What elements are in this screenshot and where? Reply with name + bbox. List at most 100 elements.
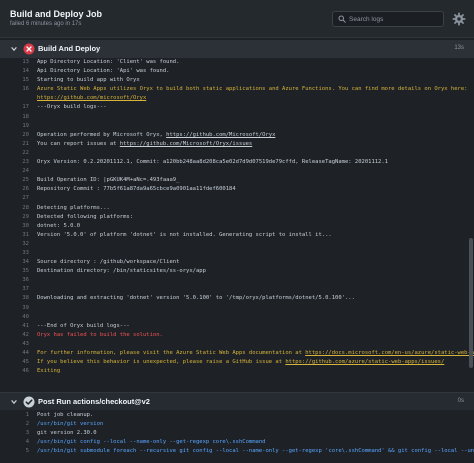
log-text: /usr/bin/git version [37,420,103,429]
log-line: 31 Version '5.0.0' of platform 'dotnet' i… [0,231,474,240]
log-line: 46 Exiting [0,367,474,376]
line-number[interactable]: 2 [0,420,29,429]
line-number[interactable]: 3 [0,429,29,438]
log-link[interactable]: https://github.com/azure/static-web-apps… [285,359,444,365]
log-text: Version '5.0.0' of platform 'dotnet' is … [37,231,332,240]
line-number[interactable]: 16 [0,85,29,94]
log-link[interactable]: https://docs.microsoft.com/en-us/azure/s… [305,350,474,356]
log-link[interactable]: https://github.com/microsoft/Oryx [37,95,146,101]
line-number[interactable]: 19 [0,122,29,131]
log-segment: Oryx has failed to build the solution. [37,331,163,338]
chevron-down-icon[interactable] [10,45,18,53]
line-number[interactable]: 33 [0,249,29,258]
log-segment: /usr/bin/git config --local --name-only … [37,439,266,446]
log-line: 36 [0,276,474,285]
line-number[interactable]: 1 [0,411,29,420]
log-text: Oryx Version: 0.2.20201112.1, Commit: a1… [37,158,388,167]
line-number[interactable]: 27 [0,194,29,203]
line-number[interactable]: 34 [0,258,29,267]
log-segment: Operation performed by Microsoft Oryx, [37,131,167,138]
log-line: 27 [0,194,474,203]
log-segment: ---End of Oryx build logs--- [37,322,130,329]
line-number[interactable]: 4 [0,438,29,447]
search-icon [338,15,346,23]
post-run-log: 1 Post job cleanup. 2/usr/bin/git version 3… [0,411,474,463]
line-number[interactable]: 38 [0,294,29,303]
step-post-run-checkout[interactable]: Post Run actions/checkout@v2 0s [0,392,474,410]
log-segment: For further information, please visit th… [37,350,306,356]
line-number[interactable]: 15 [0,76,29,85]
line-number[interactable]: 43 [0,340,29,349]
log-line: 40 [0,313,474,322]
log-segment: dotnet: 5.0.0 [37,222,81,229]
log-line: 13 App Directory Location: 'Client' was f… [0,58,474,67]
line-number[interactable]: 29 [0,213,29,222]
line-number[interactable]: 17 [0,103,29,112]
check-circle-icon [23,396,35,408]
line-number[interactable]: 14 [0,67,29,76]
log-line: 4/usr/bin/git config --local --name-only… [0,438,474,447]
line-number[interactable]: 45 [0,358,29,367]
line-number[interactable]: 13 [0,58,29,67]
step-name: Build And Deploy [38,44,101,53]
log-line: 39 [0,304,474,313]
log-line: 26 Repository Commit : 77b5f61a87da9a65cb… [0,185,474,194]
log-segment: Exiting [37,368,61,375]
log-line: 23 Oryx Version: 0.2.20201112.1, Commit: … [0,158,474,167]
line-number[interactable]: 40 [0,313,29,322]
step-name: Post Run actions/checkout@v2 [38,397,150,406]
line-number[interactable]: 36 [0,276,29,285]
log-line: 32 [0,240,474,249]
line-number[interactable]: 44 [0,349,29,358]
log-text: Api Directory Location: 'Api' was found. [37,67,169,76]
log-segment: Version '5.0.0' of platform 'dotnet' is … [37,231,332,238]
line-number[interactable]: 35 [0,267,29,276]
line-number[interactable]: 5 [0,447,29,456]
line-number[interactable]: 30 [0,222,29,231]
line-number[interactable]: 37 [0,285,29,294]
line-number[interactable]: 46 [0,367,29,376]
log-line: 28 Detecting platforms... [0,204,474,213]
line-number[interactable]: 28 [0,204,29,213]
log-segment: You can report issues at [37,140,120,147]
log-line: 5/usr/bin/git submodule foreach --recurs… [0,447,474,456]
search-logs-input[interactable] [349,13,441,25]
log-line: 37 [0,285,474,294]
search-box[interactable] [332,11,444,27]
log-line: 16 Azure Static Web Apps utilizes Oryx to… [0,85,474,94]
log-segment: If you believe this behavior is unexpect… [37,359,286,366]
log-line: 19 [0,122,474,131]
line-number[interactable]: 32 [0,240,29,249]
line-number[interactable]: 24 [0,167,29,176]
line-number[interactable]: 21 [0,140,29,149]
line-number[interactable]: 31 [0,231,29,240]
log-scrollbar-thumb[interactable] [469,238,473,368]
line-number[interactable]: 42 [0,331,29,340]
log-segment: git version 2.30.0 [37,430,97,437]
line-number[interactable]: 25 [0,176,29,185]
log-segment: Downloading and extracting 'dotnet' vers… [37,295,355,302]
log-text: Post job cleanup. [37,411,93,420]
line-number[interactable]: 26 [0,185,29,194]
log-line: 22 [0,149,474,158]
line-number[interactable]: 39 [0,304,29,313]
log-text: ---Oryx build logs--- [37,103,107,112]
log-line: 24 [0,167,474,176]
log-text: Operation performed by Microsoft Oryx, h… [37,131,275,140]
line-number[interactable]: 20 [0,131,29,140]
log-link[interactable]: https://github.com/Microsoft/Oryx [166,132,275,138]
line-number[interactable]: 23 [0,158,29,167]
log-text: Destination directory: /bin/staticsites/… [37,267,206,276]
line-number[interactable]: 18 [0,113,29,122]
log-text: /usr/bin/git config --local --name-only … [37,438,265,447]
gear-icon[interactable] [452,12,466,26]
step-build-and-deploy[interactable]: Build And Deploy 13s [0,40,474,58]
log-line: 35 Destination directory: /bin/staticsite… [0,267,474,276]
chevron-down-icon[interactable] [10,398,18,406]
log-line: 38 Downloading and extracting 'dotnet' ve… [0,294,474,303]
log-segment: Post job cleanup. [37,412,94,418]
line-number[interactable]: 22 [0,149,29,158]
line-number[interactable]: 41 [0,322,29,331]
log-line: 33 [0,249,474,258]
log-link[interactable]: https://github.com/Microsoft/Oryx/issues [120,141,252,147]
